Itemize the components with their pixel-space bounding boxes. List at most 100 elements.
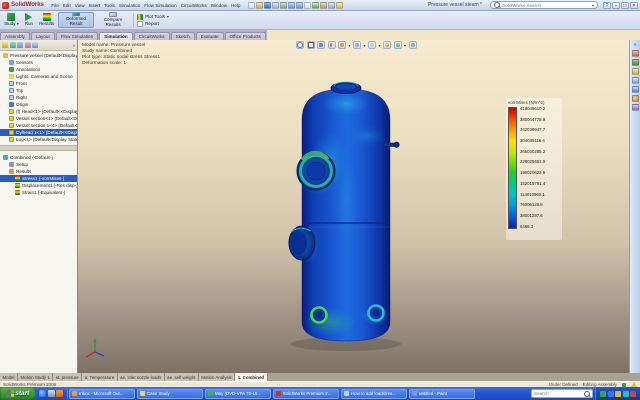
- tree-item-sensors[interactable]: Sensors: [0, 59, 77, 66]
- desktop-search-box[interactable]: [531, 389, 593, 398]
- tree-item-origin[interactable]: Origin: [0, 101, 77, 108]
- feature-manager-tree-icon[interactable]: [2, 42, 8, 48]
- select-icon[interactable]: [304, 2, 311, 9]
- network-tray-icon[interactable]: [608, 391, 614, 397]
- volume-tray-icon[interactable]: [630, 391, 636, 397]
- custom-properties-icon[interactable]: [632, 104, 639, 111]
- panel-expand-icon[interactable]: »: [72, 43, 75, 48]
- tree-item-annotations[interactable]: Annotations: [0, 66, 77, 73]
- tab-a-temperature[interactable]: a. Temperature: [82, 373, 117, 381]
- save-icon[interactable]: [264, 2, 271, 9]
- tab-circuitworks[interactable]: CircuitWorks: [134, 32, 170, 40]
- tree-item-right-plane[interactable]: Right: [0, 94, 77, 101]
- tab-sketch[interactable]: Sketch: [171, 32, 195, 40]
- close-button[interactable]: ×: [630, 2, 638, 9]
- compare-results-button[interactable]: Compare Results: [96, 12, 130, 28]
- minimize-button[interactable]: –: [612, 2, 620, 9]
- property-manager-icon[interactable]: [10, 42, 16, 48]
- tab-evaluate[interactable]: Evaluate: [196, 32, 224, 40]
- task-media[interactable]: May (DVD-VPA 70-15...: [205, 389, 271, 399]
- study-item-combined[interactable]: Combined (-Default-): [0, 154, 77, 161]
- tree-item-root[interactable]: Pressure vessel (Default<Display Stat: [0, 52, 77, 59]
- undo-icon[interactable]: [288, 2, 295, 9]
- print-preview-icon[interactable]: [280, 2, 287, 9]
- task-solidworks[interactable]: SolidWorks Premium 2...: [273, 389, 339, 399]
- tree-item-vessel-section1[interactable]: Vessel section<1> (Default<Dis: [0, 115, 77, 122]
- open-icon[interactable]: [256, 2, 263, 9]
- study-item-displacement1[interactable]: Displacement1 (-Res disp-): [0, 182, 77, 189]
- messenger-tray-icon[interactable]: [623, 391, 629, 397]
- rebuild-icon[interactable]: [312, 2, 319, 9]
- menu-simulation[interactable]: Simulation: [117, 3, 141, 8]
- menu-help[interactable]: Help: [230, 3, 242, 8]
- tab-ae-inlet-nozzle-loads[interactable]: ae. inlet nozzle loads: [118, 373, 165, 381]
- file-explorer-icon[interactable]: [632, 68, 639, 75]
- results-button[interactable]: Results: [37, 12, 56, 28]
- tab-ae-self-weight[interactable]: ae. self weight: [165, 373, 199, 381]
- menu-flow-simulation[interactable]: Flow Simulation: [143, 3, 178, 8]
- study-item-results-folder[interactable]: Results: [0, 168, 77, 175]
- stress-color-legend[interactable]: von Mises (N/m^2) 418049610.2 380044778.…: [506, 98, 562, 240]
- study-button[interactable]: Study ▾: [2, 12, 21, 28]
- solidworks-search-box[interactable]: ▾: [490, 1, 598, 9]
- study-item-strain1[interactable]: Strain1 (-Equivalent-): [0, 189, 77, 196]
- run-button[interactable]: Run: [23, 12, 35, 28]
- menu-circuitworks[interactable]: CircuitWorks: [179, 3, 208, 8]
- task-pane-expand-icon[interactable]: «: [634, 42, 637, 48]
- menu-window[interactable]: Window: [209, 3, 228, 8]
- tree-item-top-plane[interactable]: Top: [0, 87, 77, 94]
- menu-view[interactable]: View: [73, 3, 86, 8]
- study-item-stress1-selected[interactable]: Stress1 (-vonMises-): [0, 175, 77, 182]
- tab-layout[interactable]: Layout: [31, 32, 55, 40]
- search-options-caret-icon[interactable]: ▾: [592, 3, 594, 8]
- search-icon[interactable]: [632, 77, 639, 84]
- task-paint[interactable]: untitled - Paint: [409, 389, 475, 399]
- show-desktop-icon[interactable]: [48, 390, 55, 397]
- antivirus-tray-icon[interactable]: [600, 391, 606, 397]
- tab-assembly[interactable]: Assembly: [0, 32, 30, 40]
- menu-tools[interactable]: Tools: [103, 3, 117, 8]
- tab-st-pressure[interactable]: st. pressure: [53, 373, 82, 381]
- menu-edit[interactable]: Edit: [61, 3, 72, 8]
- start-button[interactable]: start: [0, 387, 36, 400]
- design-library-icon[interactable]: [632, 59, 639, 66]
- tab-office-products[interactable]: Office Products: [225, 32, 266, 40]
- tab-model[interactable]: Model: [0, 373, 18, 381]
- update-tray-icon[interactable]: [615, 391, 621, 397]
- menu-file[interactable]: File: [50, 3, 60, 8]
- configuration-manager-icon[interactable]: [17, 42, 23, 48]
- tab-flow-simulation[interactable]: Flow Simulation: [56, 32, 98, 40]
- tab-simulation[interactable]: Simulation: [99, 32, 132, 40]
- tree-item-vessel-section2[interactable]: Vessel section 1<4> (Default<: [0, 122, 77, 129]
- media-player-icon[interactable]: [56, 390, 63, 397]
- help-icon[interactable]: [336, 2, 343, 9]
- appearances-icon[interactable]: [632, 95, 639, 102]
- deformed-result-button[interactable]: Deformed Result: [58, 12, 94, 28]
- maximize-button[interactable]: □: [621, 2, 629, 9]
- task-case-study[interactable]: Case Study: [137, 389, 203, 399]
- tab-combined[interactable]: 1. Combined: [235, 373, 267, 381]
- help-button[interactable]: ?: [603, 2, 611, 9]
- tree-item-lug[interactable]: Lug<1> (Default<Display State-1: [0, 136, 77, 143]
- tab-motion-analysis[interactable]: Motion Analysis: [199, 373, 236, 381]
- tab-motion-study-1[interactable]: Motion Study 1: [18, 373, 53, 381]
- new-document-icon[interactable]: [248, 2, 255, 9]
- task-outlook[interactable]: Inbox - Microsoft Out...: [69, 389, 135, 399]
- internet-explorer-icon[interactable]: [39, 390, 46, 397]
- print-icon[interactable]: [272, 2, 279, 9]
- plot-tools-button[interactable]: Plot Tools▾: [137, 14, 169, 20]
- report-button[interactable]: Report: [137, 21, 169, 27]
- tree-item-cylhead-selected[interactable]: Cylhead 1<1> (Default<<Displ: [0, 129, 77, 136]
- view-palette-icon[interactable]: [632, 86, 639, 93]
- panel-splitter[interactable]: [0, 145, 77, 151]
- menu-insert[interactable]: Insert: [87, 3, 102, 8]
- options-icon[interactable]: [328, 2, 335, 9]
- graphics-area[interactable]: Model name: Pressure vessel Study name: …: [78, 40, 629, 373]
- display-manager-icon[interactable]: [32, 42, 38, 48]
- redo-icon[interactable]: [296, 2, 303, 9]
- tree-item-front-plane[interactable]: Front: [0, 80, 77, 87]
- study-item-setup[interactable]: Setup: [0, 161, 77, 168]
- tree-item-head1[interactable]: (f) Head<1> (Default<<Display Sta: [0, 108, 77, 115]
- dimxpert-manager-icon[interactable]: [25, 42, 31, 48]
- task-help-doc[interactable]: How to add loads/res...: [341, 389, 407, 399]
